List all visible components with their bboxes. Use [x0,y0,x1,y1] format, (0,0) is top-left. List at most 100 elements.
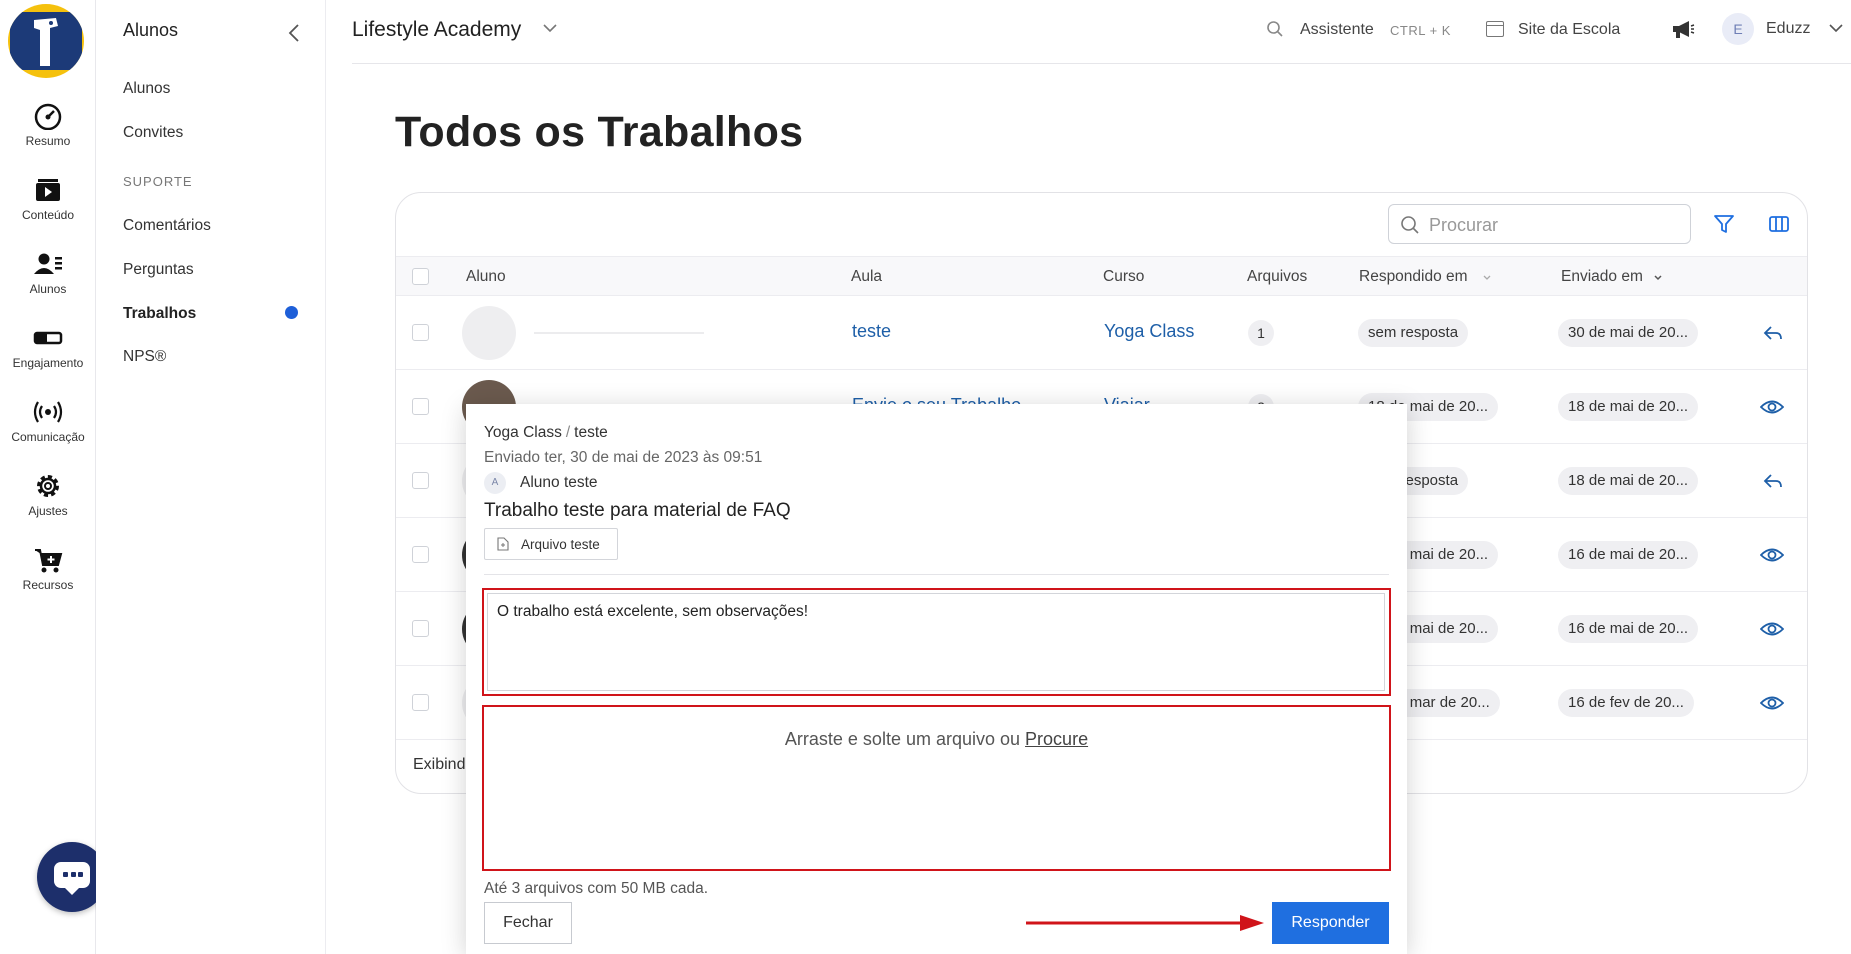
sent-date: 18 de mai de 20... [1558,467,1699,495]
column-curso[interactable]: Curso [1103,268,1144,286]
assistant-button[interactable]: Assistente [1300,21,1374,39]
row-checkbox[interactable] [412,472,429,489]
rail-label: Alunos [29,282,67,296]
users-icon [34,253,62,274]
rail-item-comunicacao[interactable]: Comunicação [0,398,96,444]
sent-date: 30 de mai de 20... [1558,319,1699,347]
chevron-down-icon[interactable] [542,22,558,34]
avatar [462,306,516,360]
modal-breadcrumb: Yoga Class / teste [484,424,608,441]
eye-icon[interactable] [1760,546,1784,564]
browse-link[interactable]: Procure [1025,729,1088,749]
select-all-checkbox[interactable] [412,268,429,285]
notification-dot [285,306,298,319]
rail-label: Conteúdo [21,208,75,222]
row-checkbox[interactable] [412,546,429,563]
reply-icon[interactable] [1762,323,1784,343]
attachment-label: Arquivo teste [521,536,600,552]
dropzone-label: Arraste e solte um arquivo ou [784,729,1021,749]
eye-icon[interactable] [1760,620,1784,638]
student-avatar: A [484,472,506,494]
sent-date: 16 de fev de 20... [1558,689,1694,717]
column-arquivos[interactable]: Arquivos [1247,268,1307,286]
school-site-link[interactable]: Site da Escola [1518,21,1620,39]
chevron-down-icon[interactable] [1828,22,1844,34]
rail-label: Recursos [22,578,74,592]
rail-item-recursos[interactable]: Recursos [0,546,96,592]
column-respondido-em[interactable]: Respondido em [1359,268,1468,286]
search-input[interactable] [1429,213,1669,237]
megaphone-icon[interactable] [1671,18,1695,40]
column-aluno[interactable]: Aluno [466,268,506,286]
rail-label: Resumo [25,134,71,148]
eye-icon[interactable] [1760,398,1784,416]
table-row[interactable]: teste Yoga Class 1 sem resposta 30 de ma… [396,296,1807,370]
breadcrumb-course: Yoga Class [484,424,562,441]
search-icon[interactable] [1266,20,1284,38]
cart-icon [35,549,63,573]
lesson-link[interactable]: teste [852,321,891,342]
row-checkbox[interactable] [412,324,429,341]
pagination-summary: Exibind [413,756,466,773]
keyboard-shortcut: CTRL + K [1390,23,1451,38]
rail-item-ajustes[interactable]: Ajustes [0,472,96,518]
sort-icon[interactable] [1653,274,1663,282]
dropzone-text: Arraste e solte um arquivo ou Procure [484,729,1389,750]
sidebar-item-alunos[interactable]: Alunos [123,80,170,98]
rail-item-engajamento[interactable]: Engajamento [0,324,96,370]
sidebar-item-convites[interactable]: Convites [123,124,183,142]
sidebar-item-comentarios[interactable]: Comentários [123,217,211,235]
sidebar-section-suporte: SUPORTE [123,174,193,189]
table-header: Aluno Aula Curso Arquivos Respondido em … [396,256,1807,296]
close-button[interactable]: Fechar [484,902,572,944]
student-name-placeholder [534,332,704,334]
school-logo[interactable] [8,4,84,78]
column-enviado-em[interactable]: Enviado em [1561,268,1643,286]
gear-icon [37,475,59,497]
row-checkbox[interactable] [412,620,429,637]
columns-icon[interactable] [1768,214,1790,234]
user-avatar[interactable]: E [1722,13,1754,45]
user-name[interactable]: Eduzz [1766,20,1810,38]
work-title: Trabalho teste para material de FAQ [484,500,791,521]
rail-item-conteudo[interactable]: Conteúdo [0,176,96,222]
attachment-button[interactable]: Arquivo teste [484,528,618,560]
section-sidebar: Alunos Alunos Convites SUPORTE Comentári… [96,0,326,954]
sidebar-item-trabalhos[interactable]: Trabalhos [123,305,196,323]
answered-date: sem resposta [1358,319,1469,347]
files-count: 1 [1248,320,1274,346]
course-link[interactable]: Yoga Class [1104,321,1194,342]
toggle-icon [33,331,63,345]
sent-date: 16 de mai de 20... [1558,541,1699,569]
divider [484,574,1389,575]
sidebar-item-perguntas[interactable]: Perguntas [123,261,194,279]
breadcrumb-lesson: teste [574,424,608,441]
filter-icon[interactable] [1712,212,1736,236]
row-checkbox[interactable] [412,694,429,711]
rail-label: Comunicação [11,430,85,444]
table-search[interactable] [1388,204,1691,244]
answer-textarea[interactable]: O trabalho está excelente, sem observaçõ… [487,593,1385,691]
page-title: Todos os Trabalhos [395,108,804,156]
eye-icon[interactable] [1760,694,1784,712]
rail-item-resumo[interactable]: Resumo [0,102,96,148]
rail-item-alunos[interactable]: Alunos [0,250,96,296]
reply-work-modal: Yoga Class / teste Enviado ter, 30 de mai … [466,404,1407,954]
top-bar: Lifestyle Academy Assistente CTRL + K Si… [352,0,1851,64]
row-checkbox[interactable] [412,398,429,415]
collapse-sidebar-icon[interactable] [286,22,302,44]
school-selector[interactable]: Lifestyle Academy [352,18,521,42]
broadcast-icon [33,401,63,423]
file-icon [497,537,509,551]
answer-highlight: O trabalho está excelente, sem observaçõ… [482,588,1391,696]
sort-icon[interactable] [1482,274,1492,282]
file-dropzone[interactable]: Arraste e solte um arquivo ou Procure [482,705,1391,871]
column-aula[interactable]: Aula [851,268,882,286]
browser-window-icon [1486,21,1504,37]
reply-button[interactable]: Responder [1272,902,1389,944]
search-icon [1401,216,1419,234]
sent-timestamp: Enviado ter, 30 de mai de 2023 às 09:51 [484,449,763,466]
reply-icon[interactable] [1762,471,1784,491]
sidebar-item-nps[interactable]: NPS® [123,348,166,366]
sidebar-title: Alunos [123,20,179,40]
